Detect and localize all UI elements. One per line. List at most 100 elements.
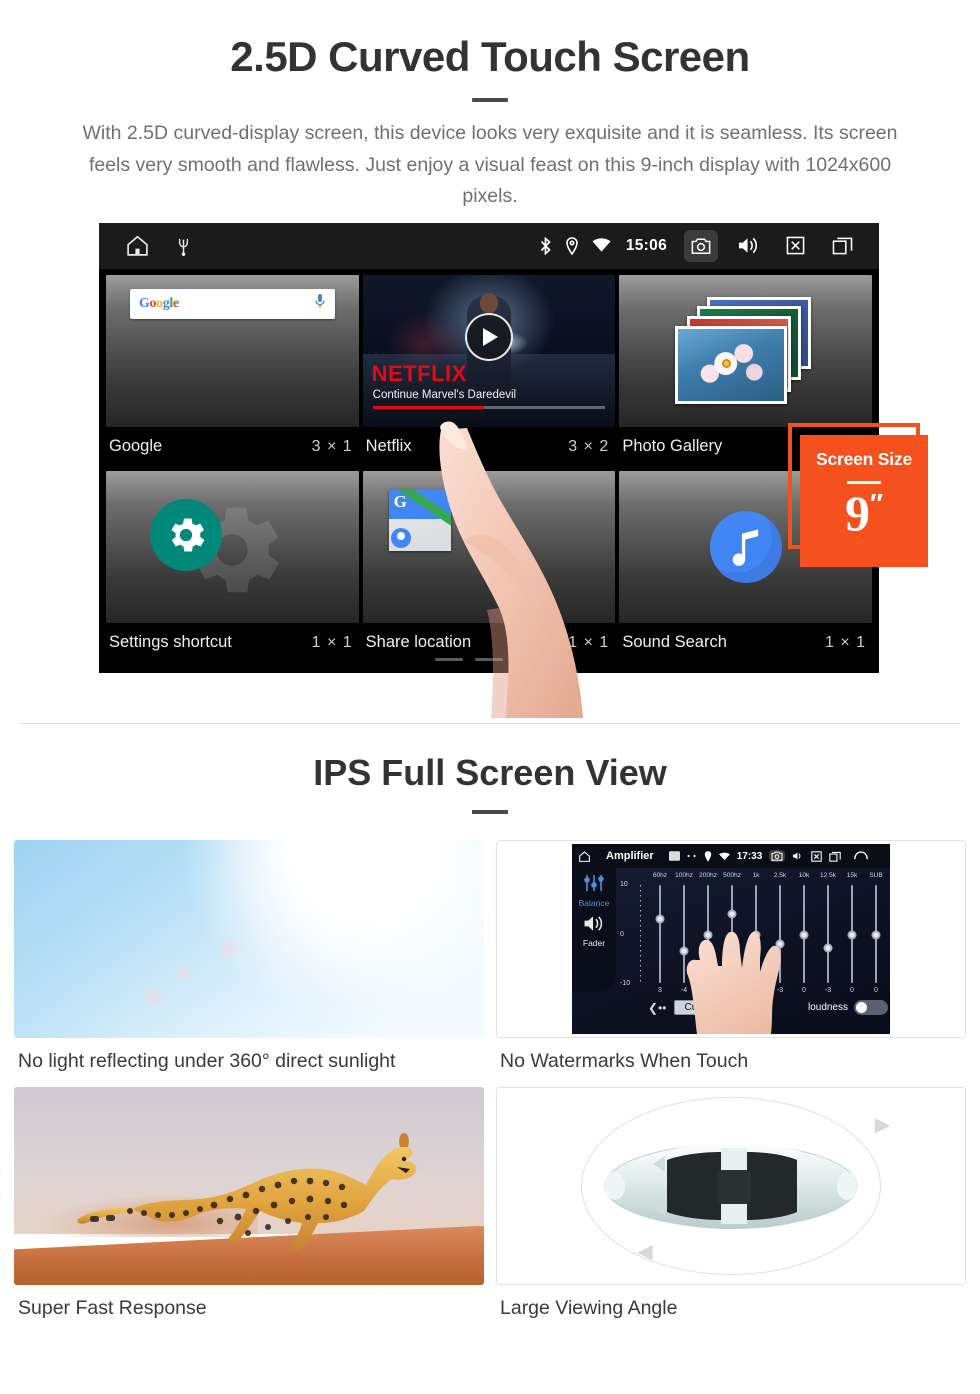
volume-icon[interactable]	[792, 851, 804, 861]
widget-size: 3 × 1	[311, 437, 353, 455]
screen-size-badge: Screen Size 9″	[800, 434, 928, 567]
widget-name: Settings shortcut	[109, 633, 232, 652]
netflix-widget-preview: NETFLIX Continue Marvel's Daredevil	[362, 274, 616, 427]
amplifier-title: Amplifier	[606, 850, 654, 862]
amplifier-clock: 17:33	[736, 850, 763, 862]
recent-apps-icon[interactable]	[829, 851, 841, 862]
back-arrow-icon[interactable]	[854, 851, 869, 861]
bluetooth-icon	[539, 236, 552, 255]
loudness-label: loudness	[807, 1002, 848, 1013]
close-box-icon[interactable]	[811, 850, 822, 862]
home-icon[interactable]	[125, 233, 150, 258]
band-label: 100hz	[675, 872, 693, 879]
band-label: 60hz	[652, 872, 668, 879]
widget-name: Share location	[365, 633, 472, 652]
widget-cell-settings-shortcut[interactable]: Settings shortcut 1 × 1	[106, 470, 359, 663]
rotation-arrow-icon: ▶	[874, 1113, 891, 1136]
speaker-icon[interactable]	[583, 915, 605, 937]
amplifier-sidebar: Balance Fader	[572, 868, 616, 992]
eq-slider[interactable]	[648, 881, 672, 987]
section2-title-underline	[472, 810, 508, 814]
netflix-subtitle: Continue Marvel's Daredevil	[372, 388, 517, 401]
google-widget-preview: Google	[106, 274, 359, 427]
page-indicator[interactable]	[99, 657, 879, 661]
prev-preset-icon[interactable]: ❮••	[648, 1001, 666, 1015]
google-logo: Google	[139, 295, 179, 311]
settings-widget-preview	[106, 470, 359, 623]
page-dot[interactable]	[435, 657, 463, 661]
widget-cell-share-location[interactable]: G Share location 1 × 1	[362, 470, 616, 663]
feature-card-amplifier: Amplifier 17:33 Balance Fader 60hz 100hz…	[496, 840, 966, 1083]
recent-apps-icon[interactable]	[825, 230, 859, 262]
screen-size-label: Screen Size	[815, 448, 913, 469]
android-launcher-screen: 15:06 Google Google 3 × 1 NETFLIX Contin…	[99, 222, 879, 673]
equalizer-sliders-icon[interactable]	[583, 874, 605, 897]
widget-name: Photo Gallery	[622, 437, 723, 456]
widget-name: Netflix	[365, 437, 412, 456]
badge-divider	[847, 480, 881, 485]
axis-label: -10	[620, 980, 631, 987]
widget-caption: Sound Search 1 × 1	[619, 623, 872, 663]
widget-size: 1 × 1	[311, 633, 353, 651]
gallery-icon[interactable]	[668, 851, 680, 861]
card-caption: Large Viewing Angle	[500, 1297, 678, 1319]
feature-card-viewing-angle: ▶ ◀ Large Viewing Angle	[496, 1087, 966, 1330]
equalizer-band-labels: 60hz 100hz 200hz 500hz 1k 2.5k 10k 12.5k	[618, 872, 888, 879]
band-label: 15k	[846, 872, 858, 879]
camera-icon[interactable]	[684, 229, 718, 262]
page-dot[interactable]	[475, 657, 503, 661]
card-caption: No Watermarks When Touch	[500, 1050, 749, 1072]
head-unit-screenshot: 15:06 Google Google 3 × 1 NETFLIX Contin…	[0, 222, 980, 718]
band-value: 0	[874, 987, 878, 994]
car-top-view-icon	[604, 1143, 858, 1229]
netflix-progress-bar	[372, 406, 606, 409]
loudness-toggle[interactable]	[854, 1000, 888, 1015]
widget-cell-netflix[interactable]: NETFLIX Continue Marvel's Daredevil Netf…	[362, 274, 616, 467]
camera-icon[interactable]	[769, 850, 786, 862]
widget-size: 3 × 2	[568, 437, 610, 455]
netflix-artwork: NETFLIX Continue Marvel's Daredevil	[362, 274, 616, 427]
title-underline	[472, 98, 508, 103]
page-dot-active[interactable]	[515, 657, 543, 661]
eq-slider[interactable]	[864, 881, 888, 987]
amplifier-tab-balance[interactable]: Balance	[579, 898, 610, 908]
widget-cell-google[interactable]: Google Google 3 × 1	[106, 274, 359, 467]
equalizer-axis: 10 0 -10	[618, 881, 648, 987]
play-icon[interactable]	[464, 313, 513, 362]
amplifier-image: Amplifier 17:33 Balance Fader 60hz 100hz…	[496, 840, 966, 1038]
widget-name: Sound Search	[622, 633, 727, 652]
eq-slider[interactable]	[840, 881, 864, 987]
car-viewing-angle-image: ▶ ◀	[496, 1087, 966, 1285]
widget-grid: Google Google 3 × 1 NETFLIX Continue Mar…	[99, 269, 879, 663]
status-bar: 15:06	[99, 222, 879, 269]
music-note-icon	[709, 510, 782, 583]
close-box-icon[interactable]	[778, 230, 812, 262]
widget-size: 1 × 1	[824, 633, 866, 651]
netflix-brand: NETFLIX	[371, 360, 467, 386]
home-icon[interactable]	[578, 850, 591, 863]
axis-label: 0	[620, 930, 624, 938]
location-icon	[565, 237, 579, 255]
volume-icon[interactable]	[731, 230, 765, 262]
band-label: SUB	[869, 872, 883, 879]
eq-slider[interactable]	[816, 881, 840, 987]
loudness-control[interactable]: loudness	[808, 1000, 888, 1015]
microphone-icon[interactable]	[314, 293, 326, 314]
curved-touch-screen-section: 2.5D Curved Touch Screen With 2.5D curve…	[0, 0, 980, 718]
widget-caption: Google 3 × 1	[106, 427, 359, 467]
google-maps-icon: G	[388, 488, 451, 551]
band-label: 12.5k	[820, 872, 836, 879]
google-search-bar[interactable]: Google	[130, 288, 335, 319]
wifi-icon	[592, 238, 611, 253]
section-paragraph: With 2.5D curved-display screen, this de…	[82, 122, 898, 208]
band-label: 500hz	[723, 872, 741, 879]
band-label: 2.5k	[773, 872, 787, 879]
more-icon[interactable]	[687, 854, 697, 858]
amplifier-screen: Amplifier 17:33 Balance Fader 60hz 100hz…	[572, 844, 890, 1034]
band-label: 200hz	[699, 872, 717, 879]
amplifier-tab-fader[interactable]: Fader	[583, 938, 605, 948]
usb-icon[interactable]	[176, 236, 191, 256]
location-icon	[704, 850, 712, 862]
widget-size: 1 × 1	[568, 633, 610, 651]
running-cheetah-silhouette	[77, 1133, 417, 1251]
